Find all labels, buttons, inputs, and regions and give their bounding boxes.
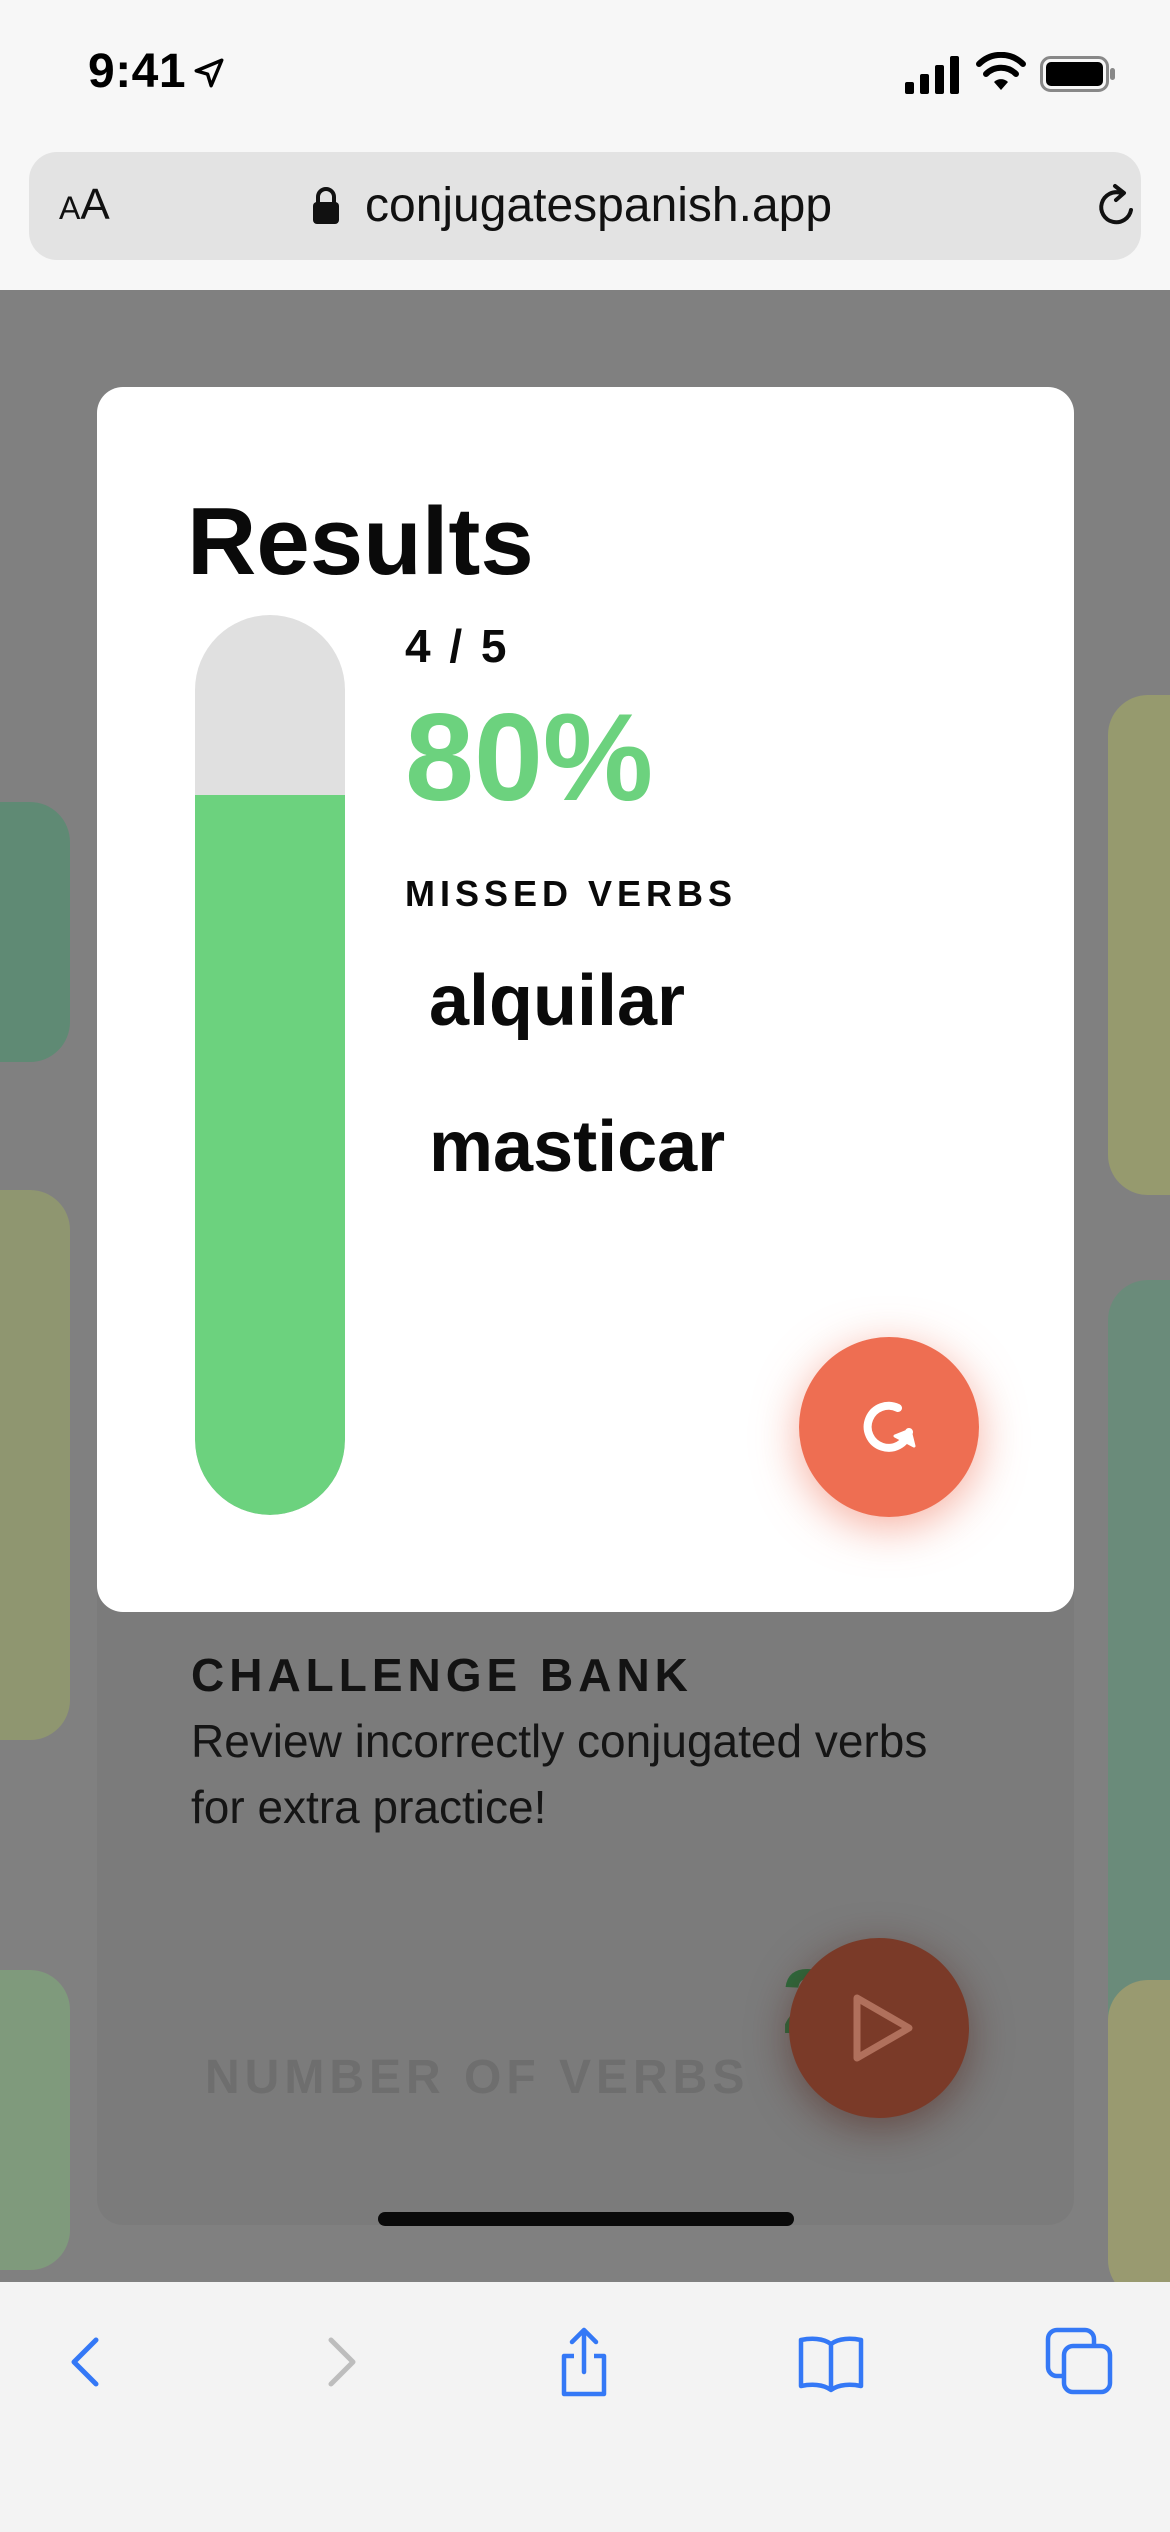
address-bar[interactable]: AA conjugatespanish.app — [29, 152, 1141, 260]
cellular-signal-icon — [905, 56, 959, 94]
score-fraction: 4 / 5 — [405, 620, 510, 672]
reload-icon[interactable] — [1091, 182, 1141, 232]
results-title: Results — [187, 488, 534, 595]
verb-count-label: NUMBER OF VERBS — [205, 2051, 750, 2104]
retry-button[interactable] — [799, 1337, 979, 1517]
tabs-icon[interactable] — [1044, 2326, 1116, 2398]
back-icon[interactable] — [52, 2326, 124, 2398]
background-shape — [1108, 1980, 1170, 2282]
share-icon[interactable] — [548, 2326, 620, 2398]
challenge-bank-title: CHALLENGE BANK — [191, 1649, 693, 1701]
missed-verb: masticar — [429, 1107, 726, 1187]
score-percent: 80% — [405, 689, 654, 827]
play-button[interactable] — [789, 1938, 969, 2118]
background-shape — [0, 1970, 70, 2270]
score-progress-bar — [195, 615, 345, 1515]
bookmarks-icon[interactable] — [795, 2326, 867, 2398]
background-shape — [0, 802, 70, 1062]
home-indicator — [378, 2212, 794, 2226]
browser-toolbar — [0, 2282, 1170, 2532]
retry-icon — [863, 1401, 916, 1452]
background-shape — [0, 1190, 70, 1740]
missed-verbs-list: alquilar masticar — [429, 957, 725, 1249]
battery-icon — [1040, 56, 1115, 92]
status-bar: 9:41 — [0, 0, 1170, 145]
challenge-bank-description: Review incorrectly conjugated verbs for … — [191, 1715, 928, 1833]
forward-icon[interactable] — [303, 2326, 375, 2398]
missed-verb: alquilar — [429, 961, 686, 1041]
text-size-small-a: A — [59, 190, 81, 226]
results-modal: Results 4 / 5 80% MISSED VERBS alquilar … — [97, 387, 1074, 1612]
missed-verbs-label: MISSED VERBS — [405, 873, 738, 914]
lock-icon — [313, 187, 339, 224]
wifi-icon — [976, 52, 1026, 90]
text-size-big-a: A — [80, 180, 110, 229]
play-icon — [853, 1994, 913, 2062]
location-arrow-icon — [194, 58, 224, 88]
text-size-button[interactable]: AA — [59, 180, 110, 230]
background-shape — [1108, 695, 1170, 1195]
score-progress-fill — [195, 795, 345, 1515]
url-text[interactable]: conjugatespanish.app — [365, 178, 832, 233]
status-time: 9:41 — [88, 45, 187, 98]
